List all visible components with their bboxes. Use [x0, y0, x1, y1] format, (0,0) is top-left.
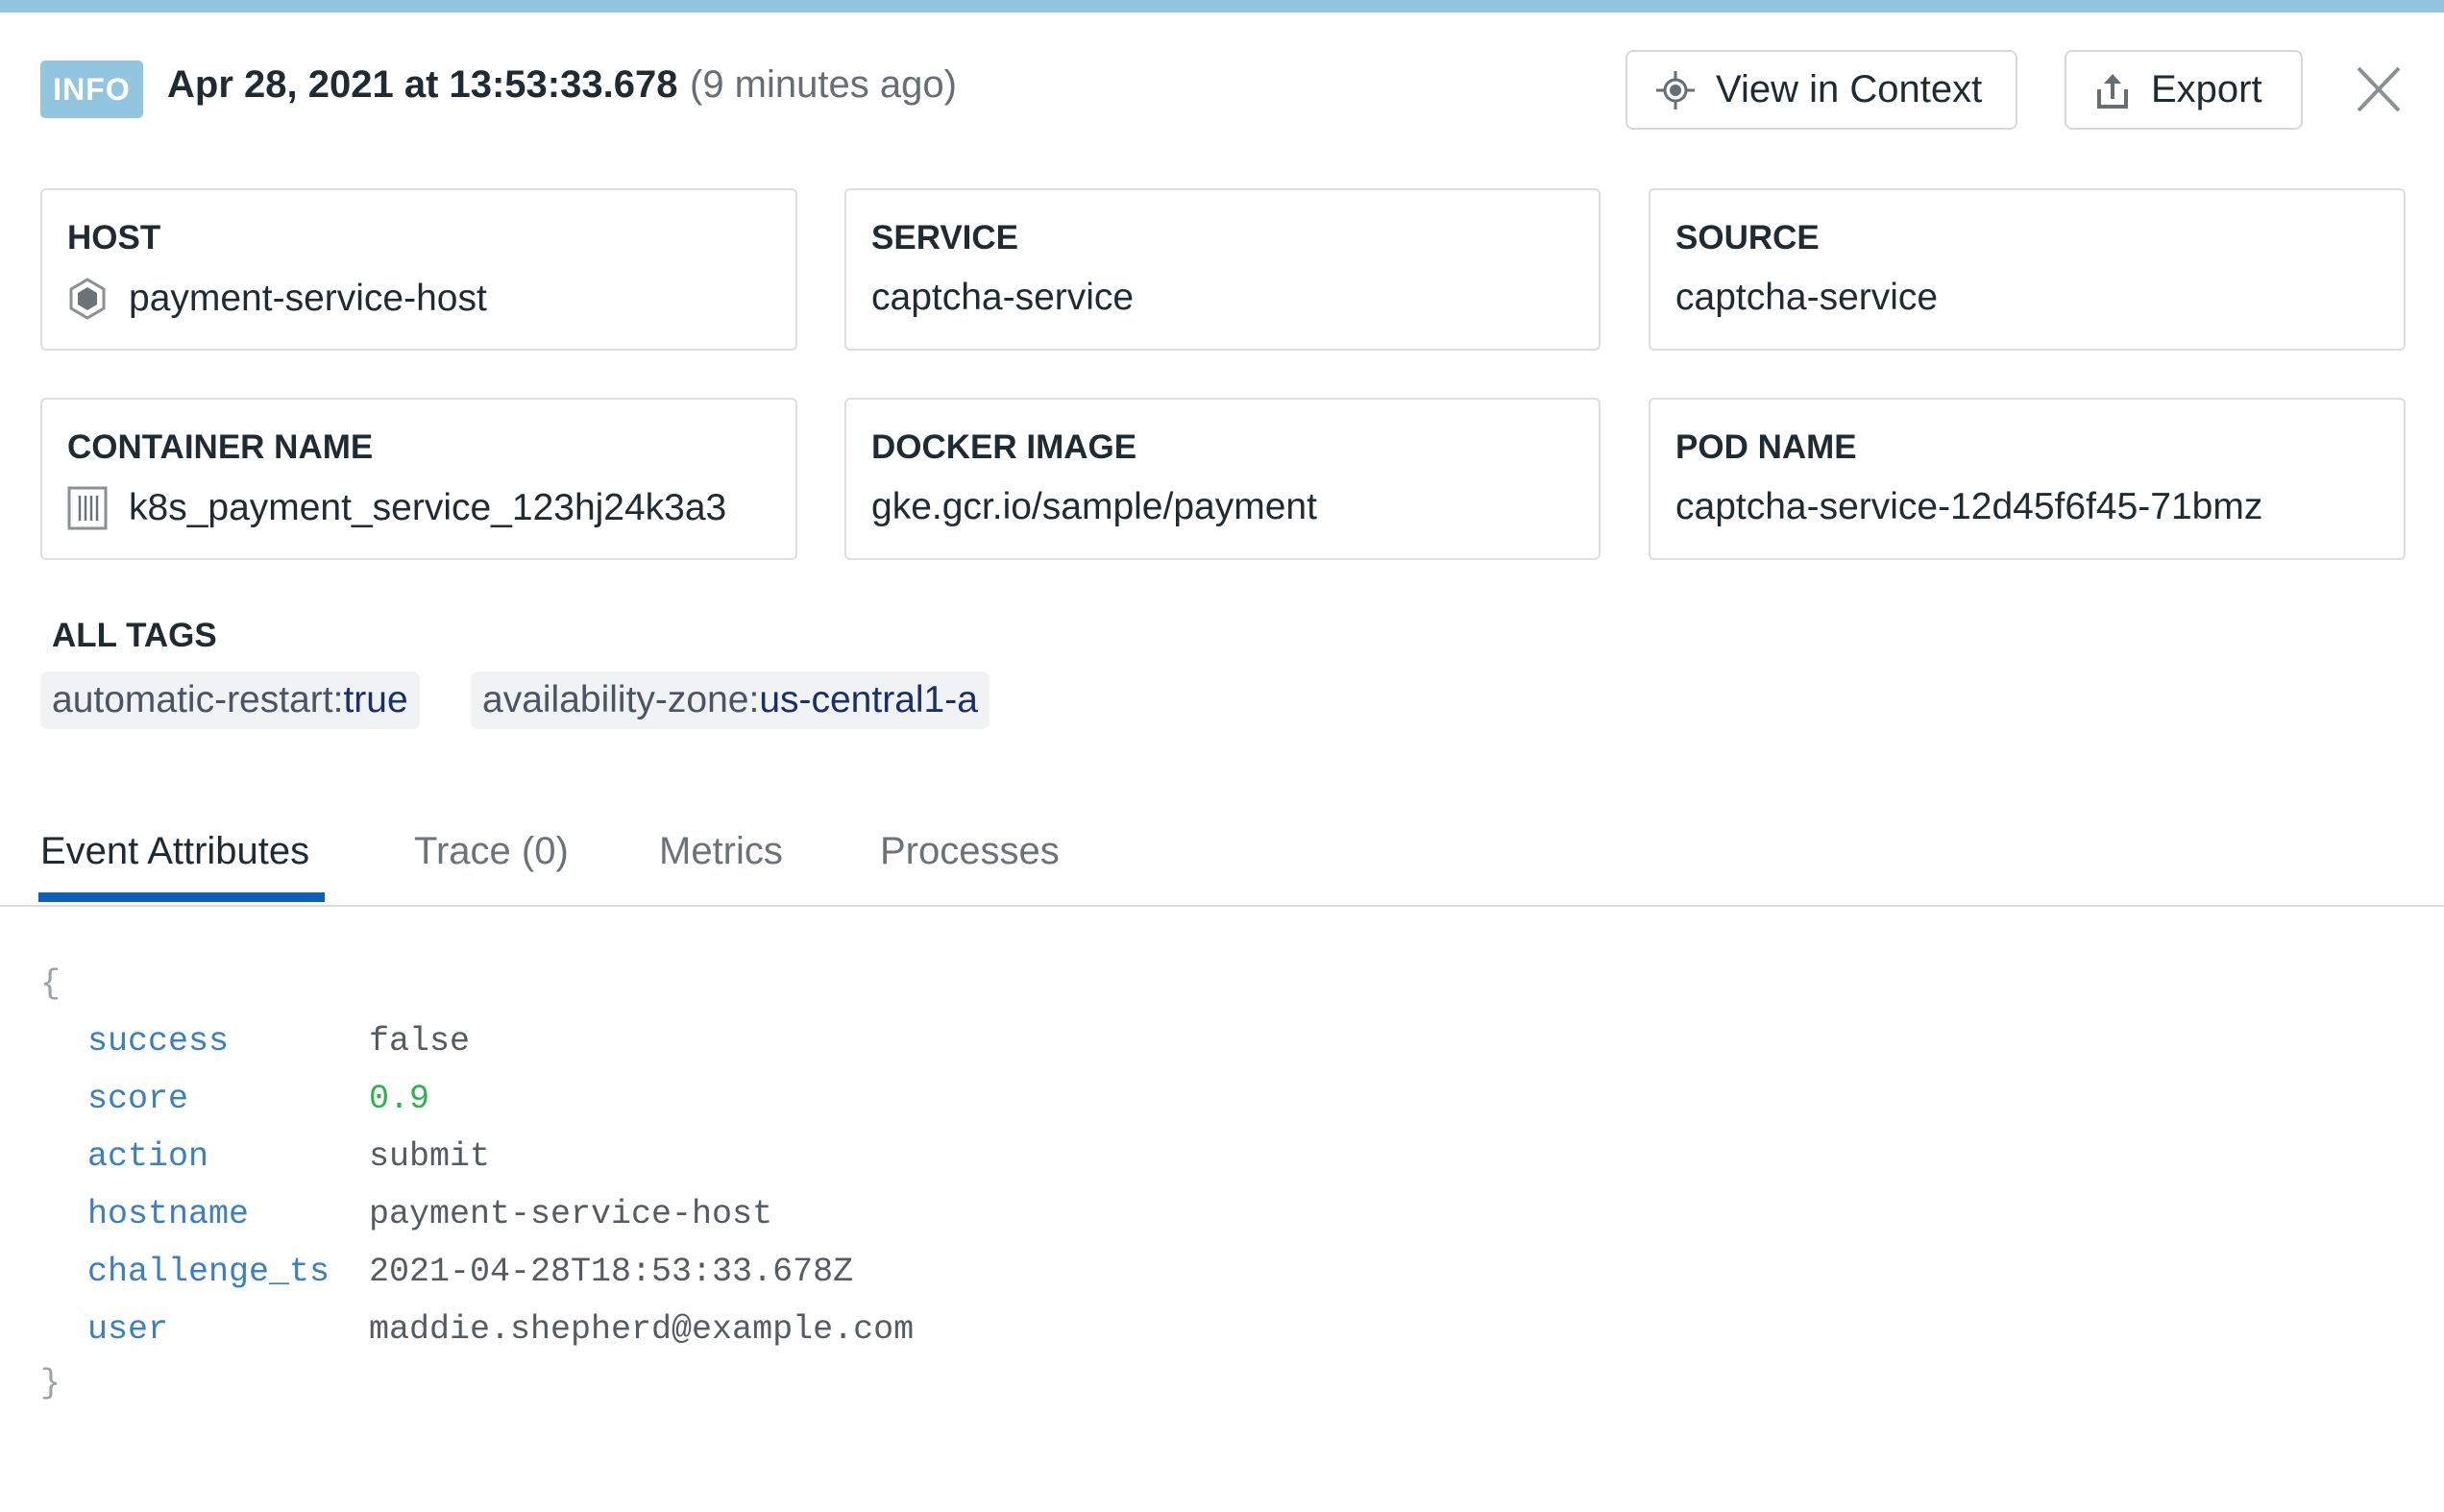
card-label: HOST: [67, 219, 161, 256]
tab-divider: [0, 905, 2444, 907]
card-label: CONTAINER NAME: [67, 428, 374, 466]
view-in-context-button[interactable]: View in Context: [1625, 50, 2017, 130]
attribute-value[interactable]: 2021-04-28T18:53:33.678Z: [369, 1253, 853, 1291]
attribute-value[interactable]: 0.9: [369, 1080, 429, 1118]
attribute-value[interactable]: payment-service-host: [369, 1195, 772, 1233]
all-tags-heading: ALL TAGS: [52, 617, 217, 654]
crosshair-icon: [1656, 70, 1695, 110]
export-button[interactable]: Export: [2065, 50, 2303, 130]
card-label: POD NAME: [1675, 428, 1857, 466]
relative-time: (9 minutes ago): [690, 63, 957, 106]
card-label: SOURCE: [1675, 219, 1820, 256]
attribute-key[interactable]: action: [87, 1137, 208, 1176]
tab-processes[interactable]: Processes: [880, 830, 1060, 873]
service-card: SERVICE captcha-service: [844, 188, 1601, 351]
tag-key: automatic-restart:: [52, 679, 344, 720]
docker-image-value[interactable]: gke.gcr.io/sample/payment: [871, 486, 1317, 528]
tag-key: availability-zone:: [482, 679, 760, 720]
level-badge: INFO: [40, 61, 143, 118]
source-value[interactable]: captcha-service: [1675, 277, 1938, 319]
container-name-card: CONTAINER NAME k8s_payment_service_123hj…: [40, 398, 797, 560]
top-accent-bar: [0, 0, 2444, 12]
tag-value: us-central1-a: [759, 679, 978, 720]
card-value-row: payment-service-host: [67, 277, 487, 321]
export-label: Export: [2151, 68, 2262, 110]
card-label: SERVICE: [871, 219, 1019, 256]
service-value[interactable]: captcha-service: [871, 277, 1134, 319]
attribute-value[interactable]: maddie.shepherd@example.com: [369, 1310, 914, 1349]
card-value-row: k8s_payment_service_123hj24k3a3: [67, 486, 726, 530]
view-in-context-label: View in Context: [1716, 68, 1983, 110]
host-value[interactable]: payment-service-host: [129, 278, 487, 320]
container-icon: [67, 486, 108, 530]
container-name-value[interactable]: k8s_payment_service_123hj24k3a3: [129, 487, 726, 529]
attribute-value[interactable]: false: [369, 1022, 470, 1061]
attribute-key[interactable]: success: [87, 1022, 229, 1061]
host-card: HOST payment-service-host: [40, 188, 797, 351]
close-icon[interactable]: [2356, 65, 2402, 113]
json-close-brace: }: [40, 1364, 61, 1402]
source-card: SOURCE captcha-service: [1649, 188, 2406, 351]
json-open-brace: {: [40, 964, 61, 1003]
tag-chip[interactable]: automatic-restart: true: [40, 671, 420, 729]
export-icon: [2097, 73, 2128, 109]
docker-image-card: DOCKER IMAGE gke.gcr.io/sample/payment: [844, 398, 1601, 560]
tab-trace[interactable]: Trace (0): [414, 830, 569, 873]
active-tab-indicator: [38, 892, 325, 902]
event-timestamp: Apr 28, 2021 at 13:53:33.678: [167, 63, 678, 106]
tab-metrics[interactable]: Metrics: [659, 830, 783, 873]
attribute-key[interactable]: hostname: [87, 1195, 249, 1233]
hexagon-icon: [69, 278, 106, 320]
tab-event-attributes[interactable]: Event Attributes: [40, 830, 309, 873]
card-label: DOCKER IMAGE: [871, 428, 1137, 466]
attribute-key[interactable]: challenge_ts: [87, 1253, 330, 1291]
attribute-key[interactable]: user: [87, 1310, 168, 1349]
attribute-key[interactable]: score: [87, 1080, 188, 1118]
attribute-value[interactable]: submit: [369, 1137, 490, 1176]
pod-name-value[interactable]: captcha-service-12d45f6f45-71bmz: [1675, 486, 2262, 528]
pod-name-card: POD NAME captcha-service-12d45f6f45-71bm…: [1649, 398, 2406, 560]
tag-chip[interactable]: availability-zone: us-central1-a: [471, 671, 990, 729]
tag-value: true: [343, 679, 408, 720]
